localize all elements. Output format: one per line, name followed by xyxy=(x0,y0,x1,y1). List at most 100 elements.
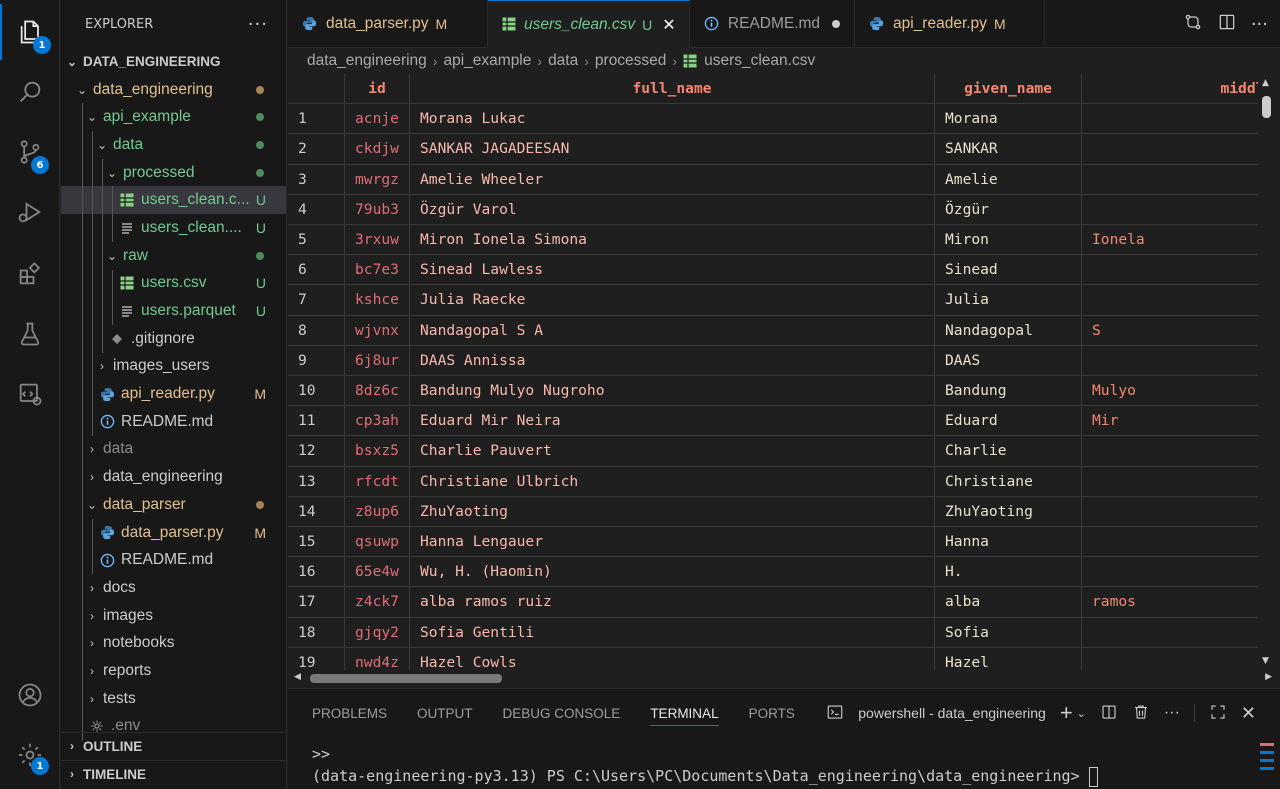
middle-name-cell[interactable] xyxy=(1082,467,1258,496)
id-cell[interactable]: qsuwp xyxy=(345,527,410,557)
scroll-down-icon[interactable]: ▼ xyxy=(1262,656,1269,666)
middle-name-cell[interactable]: S xyxy=(1082,316,1258,345)
column-header[interactable]: middle_ xyxy=(1082,74,1258,103)
tab-README-md[interactable]: README.md xyxy=(690,0,855,48)
full-name-cell[interactable]: Sofia Gentili xyxy=(410,617,935,647)
full-name-cell[interactable]: Hazel Cowls xyxy=(410,647,935,670)
middle-name-cell[interactable] xyxy=(1082,436,1258,465)
given-name-cell[interactable]: Özgür xyxy=(935,194,1082,224)
close-icon[interactable]: ✕ xyxy=(1241,703,1256,724)
scroll-right-icon[interactable]: ▶ xyxy=(1265,672,1272,682)
breadcrumb-item[interactable]: processed xyxy=(595,52,667,70)
given-name-cell[interactable]: Charlie xyxy=(935,436,1082,466)
more-actions-icon[interactable]: ··· xyxy=(1251,14,1268,35)
full-name-cell[interactable]: alba ramos ruiz xyxy=(410,587,935,617)
breadcrumb-item[interactable]: api_example xyxy=(443,52,531,70)
search-icon[interactable] xyxy=(0,64,60,120)
tree-folder[interactable]: ⌄ raw xyxy=(61,241,286,270)
id-cell[interactable]: kshce xyxy=(345,285,410,315)
id-cell[interactable]: mwrgz xyxy=(345,164,410,194)
tree-file[interactable]: data_parser.py M xyxy=(61,518,286,547)
id-cell[interactable]: nwd4z xyxy=(345,647,410,670)
tree-file[interactable]: users_clean.c... U xyxy=(61,186,286,215)
tree-folder[interactable]: › images xyxy=(61,601,286,630)
tree-file[interactable]: api_reader.py M xyxy=(61,380,286,408)
middle-name-cell[interactable] xyxy=(1082,285,1258,314)
given-name-cell[interactable]: Nandagopal xyxy=(935,315,1082,345)
id-cell[interactable]: z8up6 xyxy=(345,496,410,526)
tree-folder[interactable]: › reports xyxy=(61,657,286,685)
manage-gear-icon[interactable]: 1 xyxy=(0,727,60,783)
explorer-icon[interactable]: 1 xyxy=(0,4,60,60)
middle-name-cell[interactable] xyxy=(1082,618,1258,647)
timeline-section[interactable]: › TIMELINE xyxy=(61,759,286,788)
split-editor-icon[interactable] xyxy=(1217,12,1237,36)
given-name-cell[interactable]: Sinead xyxy=(935,255,1082,285)
tree-folder[interactable]: › tests xyxy=(61,684,286,713)
breadcrumb-item[interactable]: data xyxy=(548,52,578,70)
tree-file[interactable]: users.csv U xyxy=(61,269,286,298)
panel-tab-ports[interactable]: PORTS xyxy=(749,706,795,721)
source-control-icon[interactable]: 6 xyxy=(0,124,60,180)
tab-users_clean-csv[interactable]: users_clean.csv U ✕ xyxy=(488,0,690,48)
tree-folder[interactable]: ⌄ data xyxy=(61,131,286,159)
middle-name-cell[interactable] xyxy=(1082,346,1258,375)
more-actions-icon[interactable]: ··· xyxy=(1164,704,1180,722)
full-name-cell[interactable]: Bandung Mulyo Nugroho xyxy=(410,376,935,406)
new-terminal-icon[interactable]: + xyxy=(1060,700,1073,726)
panel-tab-output[interactable]: OUTPUT xyxy=(417,706,473,721)
full-name-cell[interactable]: DAAS Annissa xyxy=(410,345,935,375)
tab-api_reader-py[interactable]: api_reader.py M xyxy=(855,0,1045,48)
full-name-cell[interactable]: Julia Raecke xyxy=(410,285,935,315)
explorer-more-icon[interactable]: ··· xyxy=(248,14,268,35)
id-cell[interactable]: bc7e3 xyxy=(345,255,410,285)
panel-tab-terminal[interactable]: TERMINAL xyxy=(650,706,719,726)
id-cell[interactable]: rfcdt xyxy=(345,466,410,496)
given-name-cell[interactable]: alba xyxy=(935,587,1082,617)
middle-name-cell[interactable] xyxy=(1082,195,1258,224)
middle-name-cell[interactable] xyxy=(1082,104,1258,133)
id-cell[interactable]: 8dz6c xyxy=(345,376,410,406)
panel-tab-debug-console[interactable]: DEBUG CONSOLE xyxy=(503,706,621,721)
full-name-cell[interactable]: Hanna Lengauer xyxy=(410,527,935,557)
full-name-cell[interactable]: Özgür Varol xyxy=(410,194,935,224)
terminal-name[interactable]: powershell - data_engineering xyxy=(858,705,1046,721)
id-cell[interactable]: cp3ah xyxy=(345,406,410,436)
middle-name-cell[interactable] xyxy=(1082,134,1258,163)
id-cell[interactable]: ckdjw xyxy=(345,134,410,164)
middle-name-cell[interactable] xyxy=(1082,255,1258,284)
terminal-output[interactable]: >> (data-engineering-py3.13) PS C:\Users\… xyxy=(312,743,1098,787)
tree-file[interactable]: .gitignore xyxy=(61,324,286,353)
account-icon[interactable] xyxy=(0,667,60,723)
horizontal-scroll-thumb[interactable] xyxy=(310,674,502,683)
id-cell[interactable]: acnje xyxy=(345,104,410,134)
full-name-cell[interactable]: SANKAR JAGADEESAN xyxy=(410,134,935,164)
given-name-cell[interactable]: Christiane xyxy=(935,466,1082,496)
tree-folder[interactable]: ⌄ data_parser xyxy=(61,491,286,519)
maximize-panel-icon[interactable] xyxy=(1209,703,1227,724)
given-name-cell[interactable]: Amelie xyxy=(935,164,1082,194)
horizontal-scrollbar[interactable]: ◀ ▶ xyxy=(288,670,1272,688)
unsaved-dot-icon[interactable] xyxy=(832,20,840,28)
middle-name-cell[interactable]: Mulyo xyxy=(1082,376,1258,405)
tree-folder[interactable]: › notebooks xyxy=(61,629,286,658)
full-name-cell[interactable]: Morana Lukac xyxy=(410,104,935,134)
column-header[interactable]: id xyxy=(345,74,410,104)
tab-data_parser-py[interactable]: data_parser.py M xyxy=(288,0,488,48)
id-cell[interactable]: bsxz5 xyxy=(345,436,410,466)
full-name-cell[interactable]: Miron Ionela Simona xyxy=(410,225,935,255)
close-icon[interactable]: ✕ xyxy=(662,15,675,35)
tree-folder[interactable]: ⌄ processed xyxy=(61,158,286,187)
given-name-cell[interactable]: Bandung xyxy=(935,376,1082,406)
extensions-icon[interactable] xyxy=(0,246,60,302)
scroll-left-icon[interactable]: ◀ xyxy=(294,672,301,682)
tree-folder[interactable]: › docs xyxy=(61,574,286,602)
full-name-cell[interactable]: Eduard Mir Neira xyxy=(410,406,935,436)
breadcrumb-item[interactable]: users_clean.csv xyxy=(704,52,815,70)
scroll-up-icon[interactable]: ▲ xyxy=(1262,78,1269,88)
given-name-cell[interactable]: Hanna xyxy=(935,527,1082,557)
column-header[interactable]: given_name xyxy=(935,74,1082,104)
trash-icon[interactable] xyxy=(1132,703,1150,724)
tree-folder[interactable]: › data_engineering xyxy=(61,463,286,491)
given-name-cell[interactable]: H. xyxy=(935,557,1082,587)
